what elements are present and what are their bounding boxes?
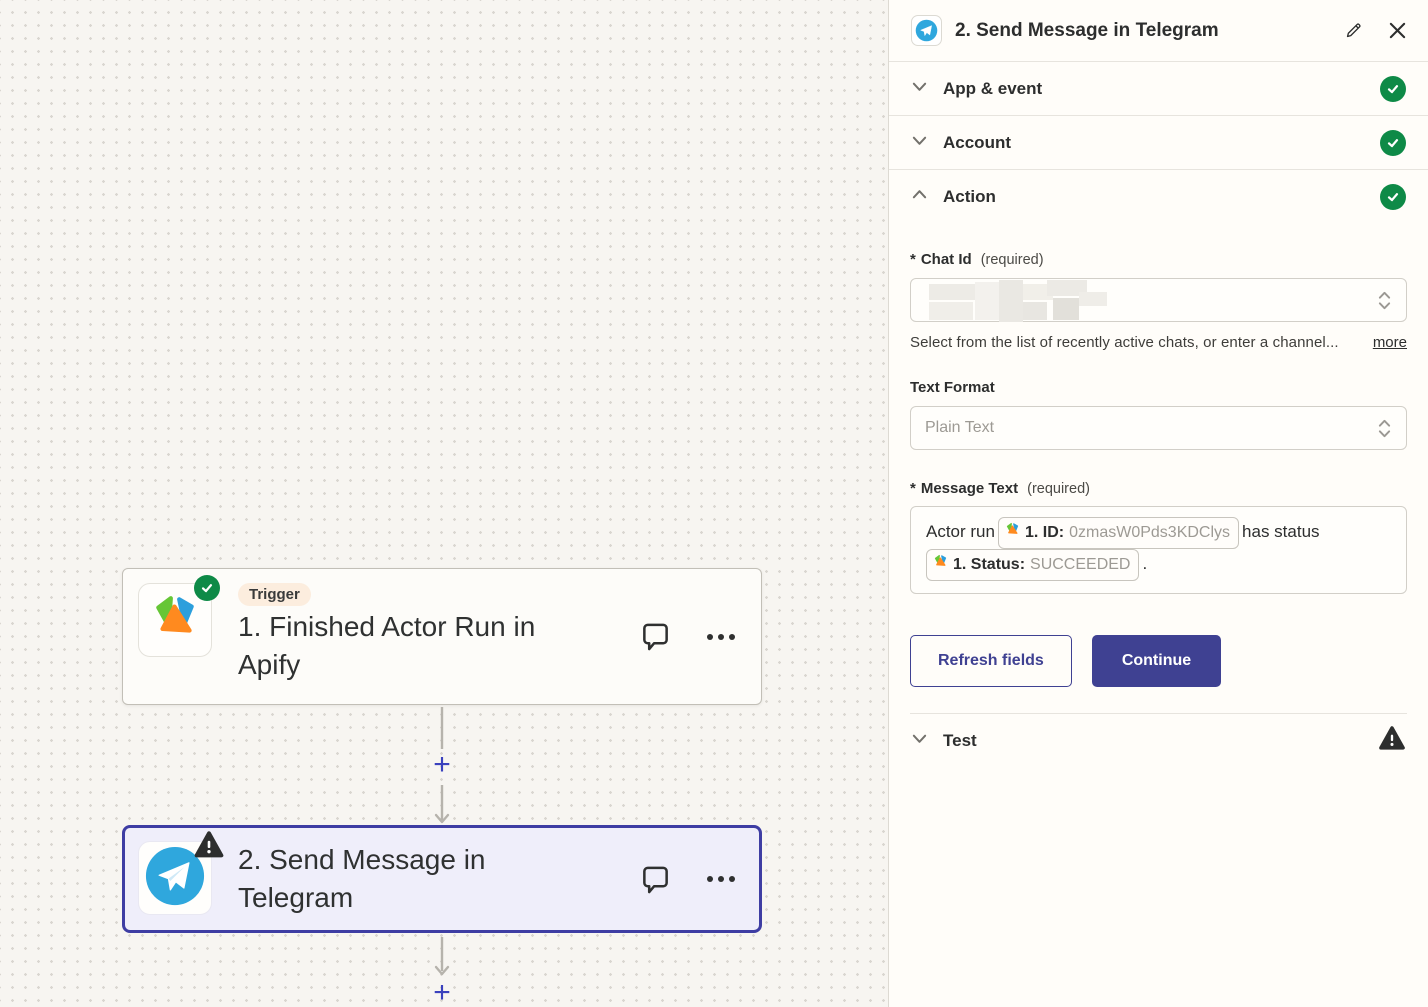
telegram-icon-small [911,15,942,46]
chat-id-redacted-value [925,280,1125,320]
mapped-field-token-id[interactable]: 1. ID:0zmasW0Pds3KDClys [998,517,1239,549]
apify-icon [150,593,200,648]
chevron-down-icon [911,78,928,100]
ellipsis-menu-icon[interactable] [705,633,737,641]
edit-pencil-icon[interactable] [1344,21,1363,40]
section-complete-icon [1380,184,1406,210]
token-value: 0zmasW0Pds3KDClys [1069,519,1230,546]
comment-icon[interactable] [640,620,671,653]
message-text-between: has status [1242,522,1320,541]
chat-id-helper-text: Select from the list of recently active … [910,334,1373,351]
zap-editor: Trigger 1. Finished Actor Run in Apify [0,0,1428,1007]
apify-app-icon-tile [138,583,212,657]
apify-icon-small [933,551,948,578]
apify-icon-small [1005,519,1020,546]
trigger-node[interactable]: Trigger 1. Finished Actor Run in Apify [122,568,762,705]
chevron-up-icon [911,186,928,208]
required-note: (required) [981,252,1044,268]
chevron-down-icon [911,730,928,752]
add-step-button-2[interactable]: + [427,978,457,1007]
refresh-fields-button[interactable]: Refresh fields [910,635,1072,687]
token-value: SUCCEEDED [1030,551,1130,578]
required-marker: * [910,251,916,268]
text-format-select[interactable]: Plain Text [910,406,1407,450]
section-label: Test [943,731,1378,751]
section-label: Action [943,187,1380,207]
select-chevrons-icon [1377,417,1392,445]
telegram-app-icon-tile [138,841,212,915]
action-warning-badge [193,830,225,860]
panel-header: 2. Send Message in Telegram [889,0,1428,62]
required-note: (required) [1027,481,1090,497]
continue-button[interactable]: Continue [1092,635,1221,687]
message-text-suffix: . [1142,554,1147,573]
section-account[interactable]: Account [889,116,1428,170]
action-node-title: 2. Send Message in Telegram [238,841,548,917]
text-format-value: Plain Text [925,419,994,437]
section-test[interactable]: Test [889,714,1428,768]
action-form: * Chat Id (required) [889,224,1428,714]
section-action[interactable]: Action [889,170,1428,224]
section-complete-icon [1380,130,1406,156]
chevron-down-icon [911,132,928,154]
mapped-field-token-status[interactable]: 1. Status:SUCCEEDED [926,549,1139,581]
section-label: Account [943,133,1380,153]
section-warning-icon [1378,725,1406,757]
trigger-node-title: 1. Finished Actor Run in Apify [238,608,598,684]
message-text-label: Message Text [921,480,1018,497]
chat-id-label: Chat Id [921,251,972,268]
message-text-editor[interactable]: Actor run1. ID:0zmasW0Pds3KDClyshas stat… [910,506,1407,594]
step-config-panel: 2. Send Message in Telegram [888,0,1428,1007]
section-label: App & event [943,79,1380,99]
more-link[interactable]: more [1373,334,1407,351]
workflow-canvas[interactable]: Trigger 1. Finished Actor Run in Apify [0,0,888,1007]
message-text-prefix: Actor run [926,522,995,541]
chat-id-select[interactable] [910,278,1407,322]
add-step-button-1[interactable]: + [427,750,457,780]
trigger-badge: Trigger [238,583,311,606]
comment-icon[interactable] [640,863,671,896]
section-app-event[interactable]: App & event [889,62,1428,116]
section-complete-icon [1380,76,1406,102]
panel-title: 2. Send Message in Telegram [955,20,1344,42]
text-format-label: Text Format [910,379,995,396]
close-icon[interactable] [1389,22,1406,39]
select-chevrons-icon [1377,289,1392,317]
ellipsis-menu-icon[interactable] [705,875,737,883]
token-label: 1. Status: [953,551,1025,578]
required-marker: * [910,480,916,497]
token-label: 1. ID: [1025,519,1064,546]
trigger-success-badge [194,575,220,601]
action-node-selected[interactable]: 2. Send Message in Telegram [122,825,762,933]
